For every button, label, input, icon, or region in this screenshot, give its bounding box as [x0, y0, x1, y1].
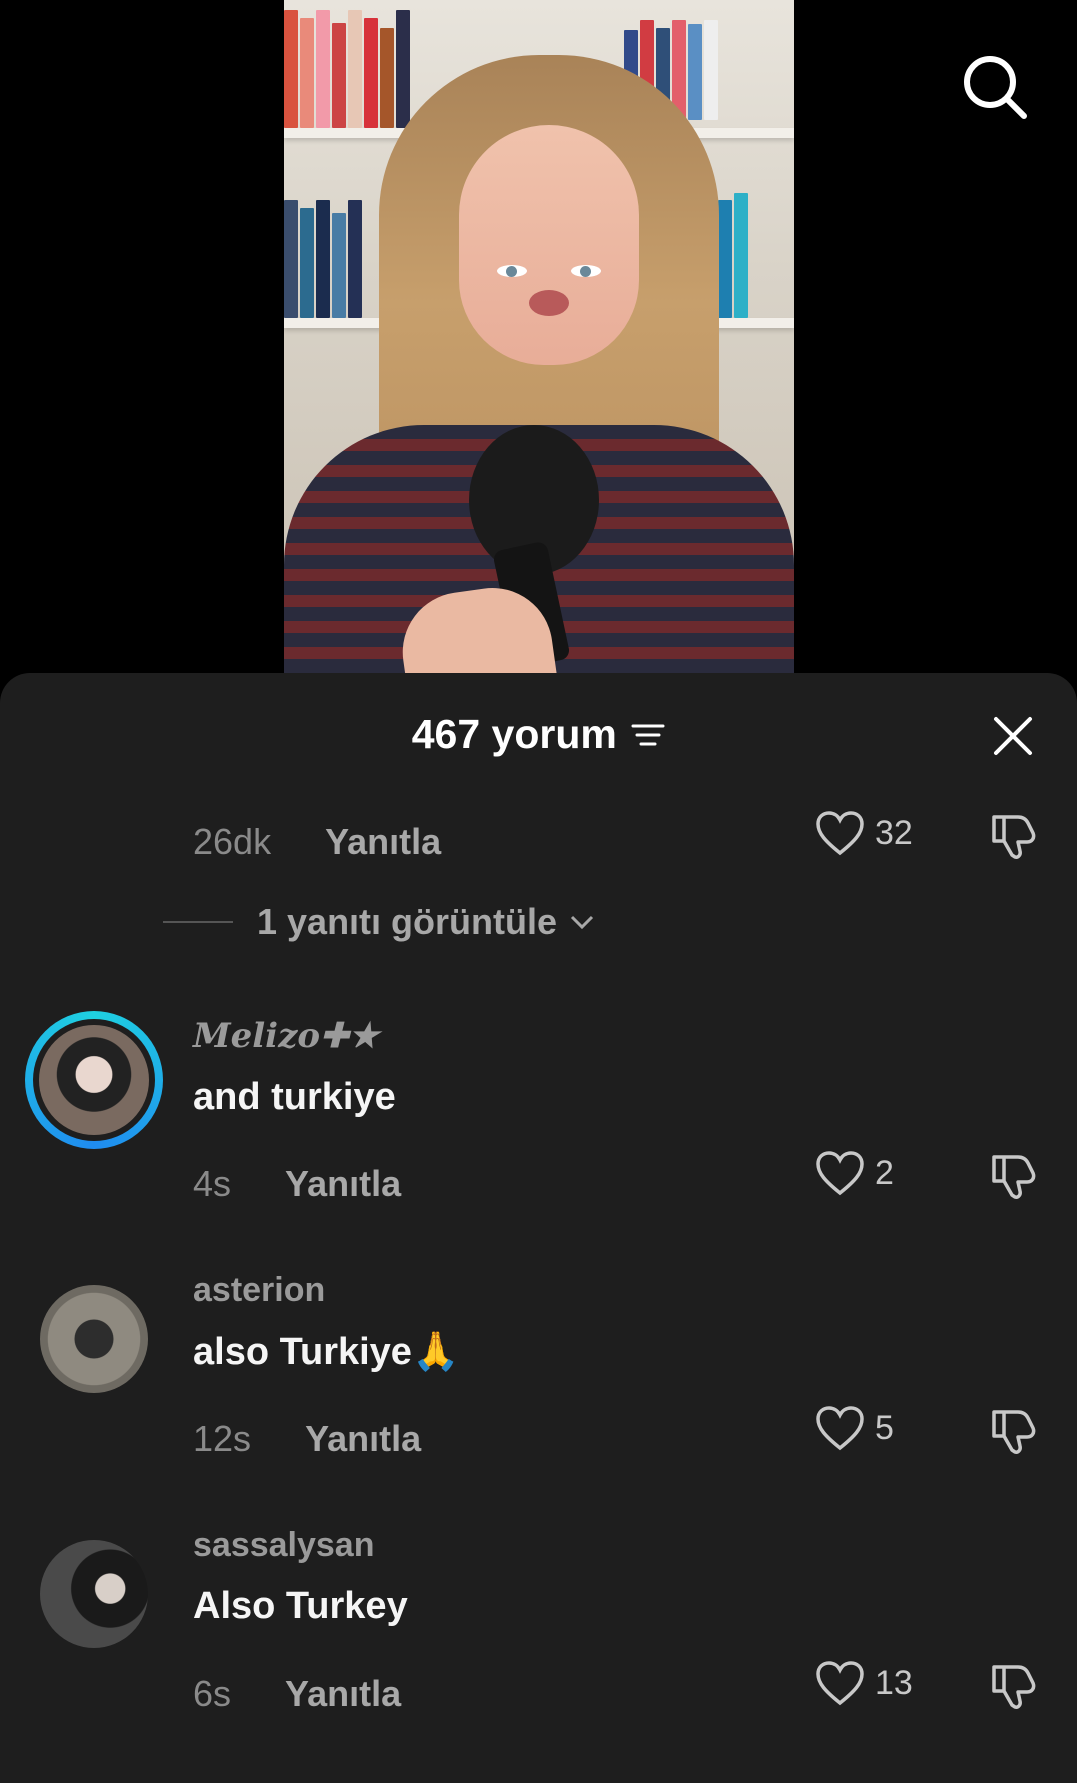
reply-button[interactable]: Yanıtla	[285, 1673, 401, 1714]
avatar[interactable]	[40, 1285, 148, 1393]
like-count: 13	[875, 1663, 913, 1702]
heart-icon	[816, 1661, 864, 1706]
chevron-down-icon	[570, 915, 594, 930]
like-button[interactable]: 5	[815, 1405, 894, 1451]
close-button[interactable]	[988, 711, 1038, 761]
thumbs-down-icon	[992, 1155, 1036, 1199]
books	[284, 200, 362, 318]
like-button[interactable]: 32	[815, 810, 913, 856]
comments-sheet: 467 yorum 26dk Yanıtla 32 1 yanıtı görün…	[0, 673, 1077, 1783]
close-icon	[994, 717, 1032, 755]
comment-count: 467 yorum	[411, 711, 617, 757]
comment-meta: 12s Yanıtla	[193, 1418, 421, 1460]
comment-username[interactable]: asterion	[193, 1271, 325, 1310]
like-count: 32	[875, 813, 913, 852]
comment-meta: 26dk Yanıtla	[193, 821, 441, 863]
heart-icon	[816, 1406, 864, 1451]
person	[284, 55, 794, 673]
like-button[interactable]: 2	[815, 1150, 894, 1196]
video-player[interactable]	[284, 0, 794, 673]
heart-icon	[816, 1151, 864, 1196]
thumbs-down-icon	[992, 815, 1036, 859]
heart-icon	[816, 811, 864, 856]
avatar[interactable]	[25, 1011, 163, 1149]
view-replies-button[interactable]: 1 yanıtı görüntüle	[163, 901, 595, 943]
reply-button[interactable]: Yanıtla	[325, 821, 441, 862]
comment-text: also Turkiye🙏	[193, 1331, 460, 1373]
thumbs-down-icon	[992, 1665, 1036, 1709]
thumbs-down-icon	[992, 1410, 1036, 1454]
like-count: 5	[875, 1408, 894, 1447]
filter-icon[interactable]	[631, 722, 665, 748]
comment-meta: 4s Yanıtla	[193, 1163, 401, 1205]
search-icon	[964, 56, 1027, 119]
dislike-button[interactable]	[988, 1404, 1040, 1456]
like-button[interactable]: 13	[815, 1660, 913, 1706]
avatar[interactable]	[40, 1540, 148, 1648]
comment-meta: 6s Yanıtla	[193, 1673, 401, 1715]
dislike-button[interactable]	[988, 809, 1040, 861]
comment-time: 26dk	[193, 821, 272, 862]
search-button[interactable]	[960, 52, 1030, 122]
dislike-button[interactable]	[988, 1659, 1040, 1711]
comment-username[interactable]: Melizo✚★	[193, 1016, 379, 1056]
comment-username[interactable]: sassalysan	[193, 1526, 375, 1565]
reply-button[interactable]: Yanıtla	[285, 1163, 401, 1204]
comment-time: 6s	[193, 1673, 232, 1714]
comment-time: 4s	[193, 1163, 232, 1204]
comment-time: 12s	[193, 1418, 252, 1459]
like-count: 2	[875, 1153, 894, 1192]
dislike-button[interactable]	[988, 1149, 1040, 1201]
comments-header: 467 yorum	[0, 711, 1077, 771]
reply-button[interactable]: Yanıtla	[305, 1418, 421, 1459]
comment-text: and turkiye	[193, 1076, 396, 1118]
comment-text: Also Turkey	[193, 1585, 408, 1627]
view-replies-label: 1 yanıtı görüntüle	[257, 901, 558, 942]
